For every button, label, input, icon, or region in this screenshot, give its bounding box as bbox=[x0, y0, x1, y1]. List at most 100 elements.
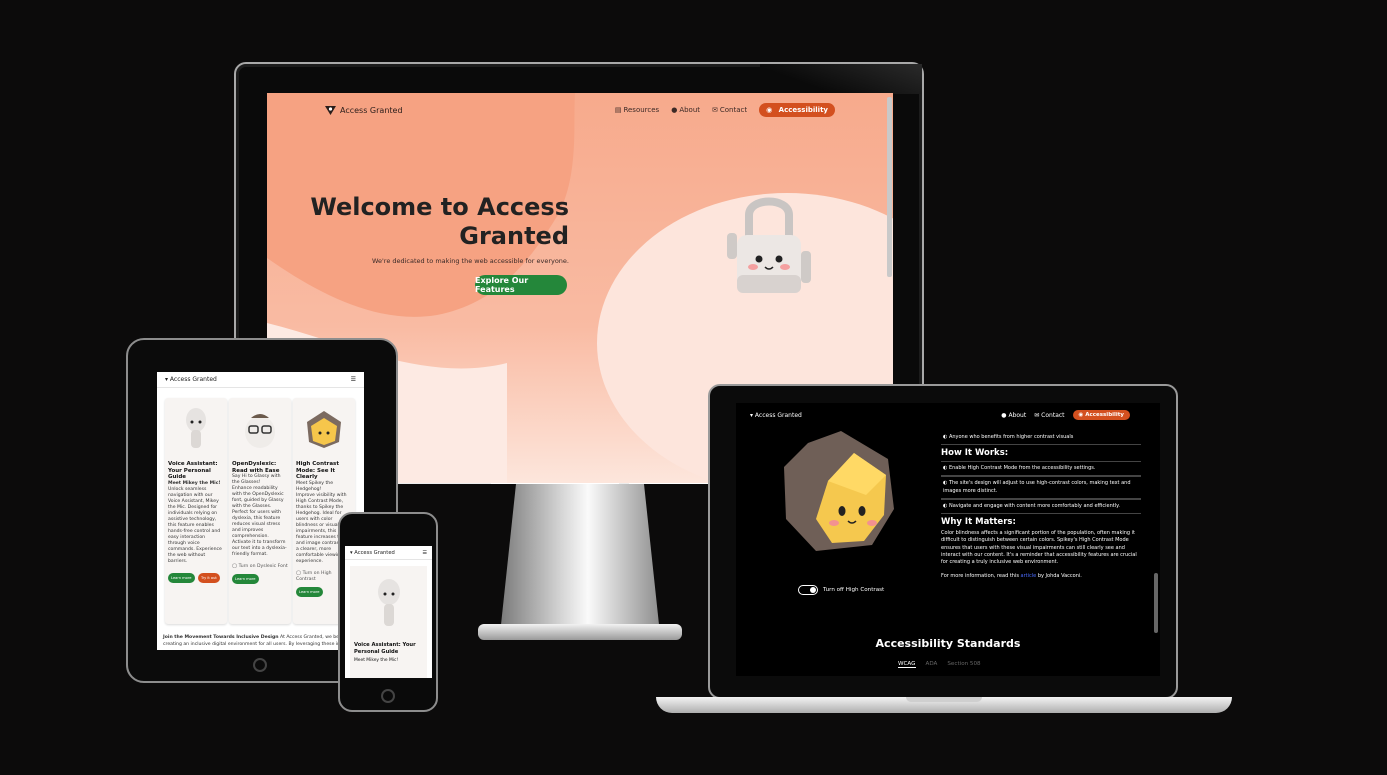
bullet-top: ◐ Anyone who benefits from higher contra… bbox=[941, 431, 1141, 446]
spikey-mascot-image bbox=[784, 431, 894, 551]
site-logo[interactable]: Access Granted bbox=[325, 105, 403, 115]
card-title: Voice Assistant: Your Personal Guide bbox=[354, 642, 416, 655]
why-it-matters-heading: Why It Matters: bbox=[941, 517, 1016, 528]
monitor-stand bbox=[500, 484, 660, 634]
toggle-label: Turn on High Contrast bbox=[296, 570, 332, 582]
laptop-screen: ▾ Access Granted ● About ✉ Contact ◉ Acc… bbox=[736, 403, 1160, 676]
feature-card-voice-assistant: Voice Assistant: Your Personal Guide Mee… bbox=[165, 398, 227, 624]
how-step-text: The site's design will adjust to use hig… bbox=[943, 480, 1131, 494]
learn-more-button[interactable]: Learn more bbox=[296, 586, 323, 597]
accessibility-icon: ◉ bbox=[1078, 412, 1084, 418]
tablet-logo[interactable]: ▾ Access Granted bbox=[165, 376, 217, 383]
tab-ada[interactable]: ADA bbox=[926, 661, 938, 668]
how-step-1: ◐ Enable High Contrast Mode from the acc… bbox=[941, 460, 1141, 477]
toggle-label: Turn off High Contrast bbox=[823, 587, 885, 593]
phone-feature-card: Voice Assistant: Your Personal Guide Mee… bbox=[350, 566, 427, 678]
explore-features-button[interactable]: Explore Our Features bbox=[475, 275, 567, 295]
accessibility-icon: ◉ bbox=[766, 106, 773, 114]
more-info-suffix: by Johda Vacconi. bbox=[1037, 572, 1082, 579]
phone-brand-name: Access Granted bbox=[354, 549, 395, 556]
learn-more-button[interactable]: Learn more bbox=[168, 572, 195, 583]
laptop-navbar: ▾ Access Granted ● About ✉ Contact ◉ Acc… bbox=[750, 407, 1130, 423]
tablet-home-button bbox=[253, 658, 267, 672]
nav-contact-label: Contact bbox=[1041, 411, 1065, 419]
desktop-navbar: Access Granted ▤ Resources ● About ✉ Contac… bbox=[325, 101, 835, 119]
nav-about-label: About bbox=[1008, 411, 1027, 419]
phone-screen: ▾ Access Granted ☰ Voice Assistant: Your… bbox=[345, 546, 432, 678]
desktop-nav-links: ▤ Resources ● About ✉ Contact ◉ Accessibili… bbox=[615, 103, 835, 117]
laptop-scrollbar[interactable] bbox=[1154, 573, 1158, 633]
hamburger-menu-icon[interactable]: ☰ bbox=[351, 376, 356, 383]
hero-title: Welcome to Access Granted bbox=[310, 193, 569, 250]
card-title: OpenDyslexic: Read with Ease bbox=[232, 461, 280, 474]
article-link[interactable]: article bbox=[1021, 573, 1037, 579]
nav-about[interactable]: ● About bbox=[1001, 412, 1026, 419]
card-title: High Contrast Mode: See It Clearly bbox=[296, 461, 339, 480]
accessibility-button[interactable]: ◉ Accessibility bbox=[1072, 410, 1130, 420]
card-title: Voice Assistant: Your Personal Guide bbox=[168, 461, 218, 480]
info-icon: ● bbox=[1001, 411, 1007, 419]
laptop-logo[interactable]: ▾ Access Granted bbox=[750, 412, 802, 419]
padlock-mascot-image bbox=[727, 197, 811, 293]
nav-contact-label: Contact bbox=[719, 106, 748, 114]
high-contrast-details: ◐ Anyone who benefits from higher contra… bbox=[941, 431, 1141, 580]
why-it-matters-body: Color blindness affects a significant po… bbox=[941, 529, 1137, 566]
card-body: Unlock seamless navigation with our Voic… bbox=[168, 486, 222, 564]
info-icon: ● bbox=[671, 106, 678, 114]
bullet-top-text: Anyone who benefits from higher contrast… bbox=[948, 434, 1074, 440]
laptop-brand-name: Access Granted bbox=[754, 411, 802, 419]
how-it-works-heading: How It Works: bbox=[941, 448, 1009, 459]
brand-name: Access Granted bbox=[340, 105, 403, 115]
hero-subtitle: We're dedicated to making the web access… bbox=[371, 257, 569, 265]
card-lead: Say Hi to Glassy with the Glasses! bbox=[232, 474, 281, 485]
monitor-stand-base bbox=[478, 624, 682, 640]
nav-about[interactable]: ● About bbox=[671, 106, 700, 114]
standards-tabs: WCAG ADA Section 508 bbox=[898, 661, 981, 668]
footer-heading: Join the Movement Towards Inclusive Desi… bbox=[163, 635, 279, 640]
laptop-notch bbox=[906, 697, 982, 702]
shield-logo-icon bbox=[325, 105, 336, 115]
accessibility-label: Accessibility bbox=[1085, 412, 1124, 418]
accessibility-label: Accessibility bbox=[778, 106, 828, 114]
spikey-mascot-image bbox=[307, 411, 341, 448]
tablet-screen: ▾ Access Granted ☰ Voice Assistant: Your… bbox=[157, 372, 364, 650]
tab-section-508[interactable]: Section 508 bbox=[947, 661, 980, 668]
tablet-navbar: ▾ Access Granted ☰ bbox=[157, 372, 364, 388]
envelope-icon: ✉ bbox=[1034, 411, 1040, 419]
dyslexic-font-toggle[interactable]: ◯ Turn on Dyslexic Font bbox=[232, 564, 288, 570]
feature-card-opendyslexic: OpenDyslexic: Read with Ease Say Hi to G… bbox=[229, 398, 291, 624]
monitor-gloss bbox=[760, 64, 922, 94]
envelope-icon: ✉ bbox=[712, 106, 718, 114]
accessibility-button[interactable]: ◉ Accessibility bbox=[759, 103, 835, 117]
phone-navbar: ▾ Access Granted ☰ bbox=[345, 546, 432, 560]
try-it-out-button[interactable]: Try it out bbox=[197, 572, 220, 583]
learn-more-button[interactable]: Learn more bbox=[232, 574, 259, 584]
mic-mascot-image bbox=[377, 579, 400, 626]
tab-wcag[interactable]: WCAG bbox=[898, 661, 916, 668]
nav-resources-label: Resources bbox=[623, 106, 660, 114]
more-info-prefix: For more information, read this bbox=[941, 572, 1019, 579]
toggle-label: Turn on Dyslexic Font bbox=[238, 564, 288, 569]
desktop-scrollbar[interactable] bbox=[887, 97, 892, 277]
tablet-brand-name: Access Granted bbox=[169, 376, 217, 383]
hamburger-menu-icon[interactable]: ☰ bbox=[422, 550, 427, 556]
how-step-3: ◐ Navigate and engage with content more … bbox=[941, 499, 1141, 515]
book-icon: ▤ bbox=[614, 106, 622, 114]
phone-logo[interactable]: ▾ Access Granted bbox=[350, 550, 395, 556]
card-body: Enhance readability with the OpenDyslexi… bbox=[232, 486, 287, 557]
nav-resources[interactable]: ▤ Resources bbox=[615, 106, 659, 114]
high-contrast-toggle[interactable]: Turn off High Contrast bbox=[798, 585, 884, 595]
standards-heading: Accessibility Standards bbox=[875, 637, 1021, 650]
how-step-text: Navigate and engage with content more co… bbox=[948, 503, 1120, 510]
nav-contact[interactable]: ✉ Contact bbox=[712, 106, 747, 114]
glassy-mascot-image bbox=[245, 414, 275, 448]
card-lead: Meet Mikey the Mic! bbox=[168, 480, 221, 486]
nav-about-label: About bbox=[679, 106, 701, 114]
phone-home-button bbox=[381, 689, 395, 703]
card-lead: Meet Mikey the Mic! bbox=[354, 658, 399, 663]
how-step-text: Enable High Contrast Mode from the acces… bbox=[948, 464, 1096, 471]
laptop-nav-links: ● About ✉ Contact ◉ Accessibility bbox=[1001, 410, 1130, 420]
more-info-line: For more information, read this article … bbox=[941, 573, 1141, 580]
toggle-switch[interactable] bbox=[798, 585, 818, 595]
nav-contact[interactable]: ✉ Contact bbox=[1034, 412, 1064, 419]
